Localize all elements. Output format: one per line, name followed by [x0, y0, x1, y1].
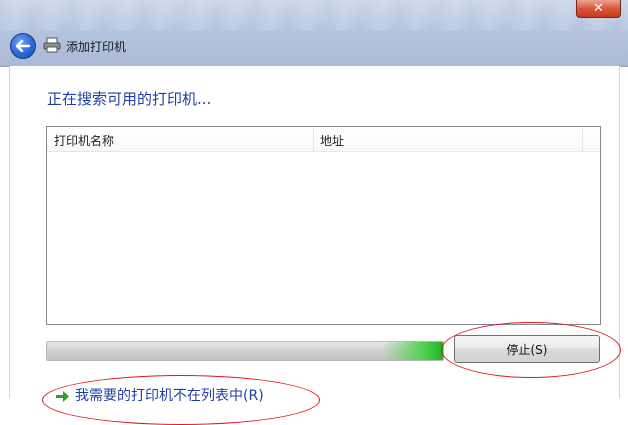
page-heading: 正在搜索可用的打印机...: [47, 90, 212, 108]
window-titlebar: [0, 0, 628, 67]
stop-button-label: 停止(S): [506, 342, 548, 357]
column-header-address[interactable]: 地址: [320, 132, 344, 149]
printer-icon: [43, 37, 61, 53]
missing-printer-link-text: 我需要的打印机不在列表中(R): [75, 388, 264, 404]
missing-printer-link[interactable]: 我需要的打印机不在列表中(R): [56, 385, 264, 404]
stop-button[interactable]: 停止(S): [454, 335, 600, 363]
close-button[interactable]: ✕: [576, 0, 621, 18]
printer-list[interactable]: 打印机名称 地址: [46, 126, 601, 325]
search-progress-bar: [46, 341, 444, 361]
aero-glass-background: [0, 0, 628, 30]
column-divider[interactable]: [582, 127, 583, 151]
back-button[interactable]: [10, 33, 36, 59]
column-header-printer-name[interactable]: 打印机名称: [54, 132, 114, 149]
close-icon: ✕: [593, 1, 604, 16]
column-divider[interactable]: [313, 127, 314, 151]
back-arrow-icon: [16, 40, 30, 52]
window-title: 添加打印机: [66, 40, 127, 54]
progress-glow: [383, 342, 443, 360]
green-arrow-icon: [56, 390, 69, 402]
list-header: 打印机名称 地址: [47, 127, 600, 152]
